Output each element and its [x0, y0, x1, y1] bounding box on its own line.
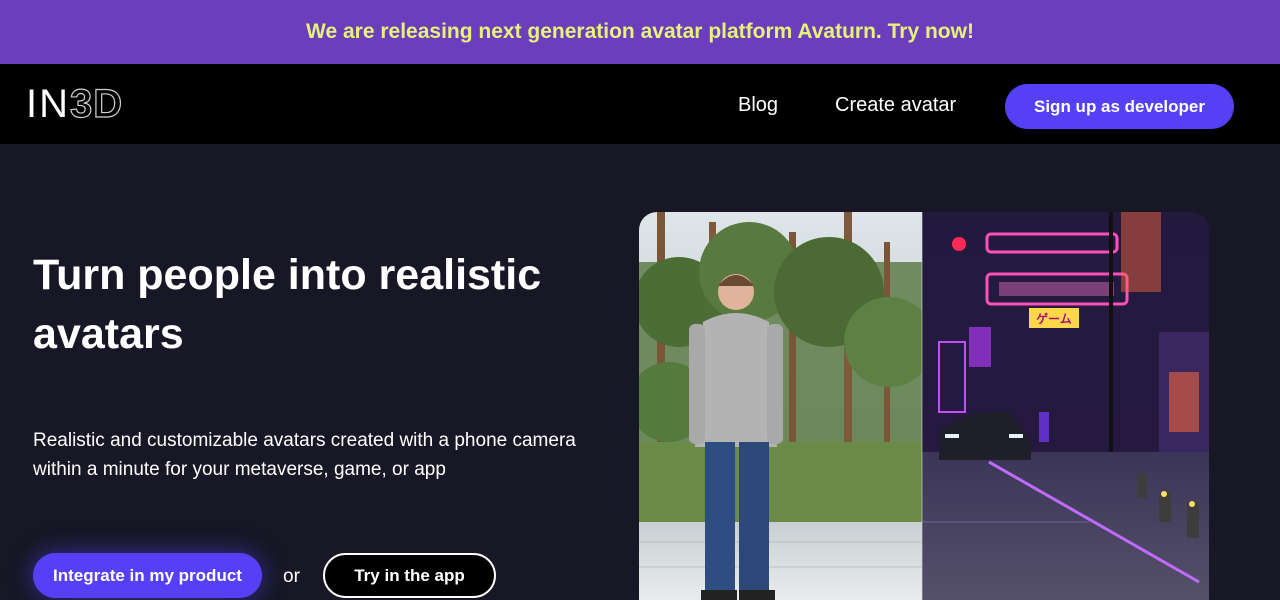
hero-subtitle: Realistic and customizable avatars creat…	[33, 430, 576, 480]
announcement-banner[interactable]: We are releasing next generation avatar …	[0, 0, 1280, 64]
nav-link-blog[interactable]: Blog	[738, 94, 778, 117]
announcement-text[interactable]: We are releasing next generation avatar …	[306, 20, 974, 44]
logo-text-3d: 3D	[69, 82, 124, 126]
or-separator: or	[283, 566, 300, 587]
try-app-button[interactable]: Try in the app	[323, 553, 496, 598]
avatar-comparison-image: ゲーム	[639, 212, 1209, 600]
logo-text-in: IN	[26, 82, 70, 126]
nav-link-create-avatar[interactable]: Create avatar	[835, 94, 956, 117]
hero-title: Turn people into realistic avatars	[33, 251, 542, 358]
top-navbar: IN 3D Blog Create avatar Sign up as deve…	[0, 64, 1280, 144]
signup-developer-button[interactable]: Sign up as developer	[1005, 84, 1234, 129]
integrate-product-button[interactable]: Integrate in my product	[33, 553, 262, 598]
avatar-comparison-illustration: ゲーム	[639, 212, 1209, 600]
neon-sign-game: ゲーム	[1036, 311, 1072, 326]
in3d-logo[interactable]: IN 3D	[26, 82, 124, 126]
